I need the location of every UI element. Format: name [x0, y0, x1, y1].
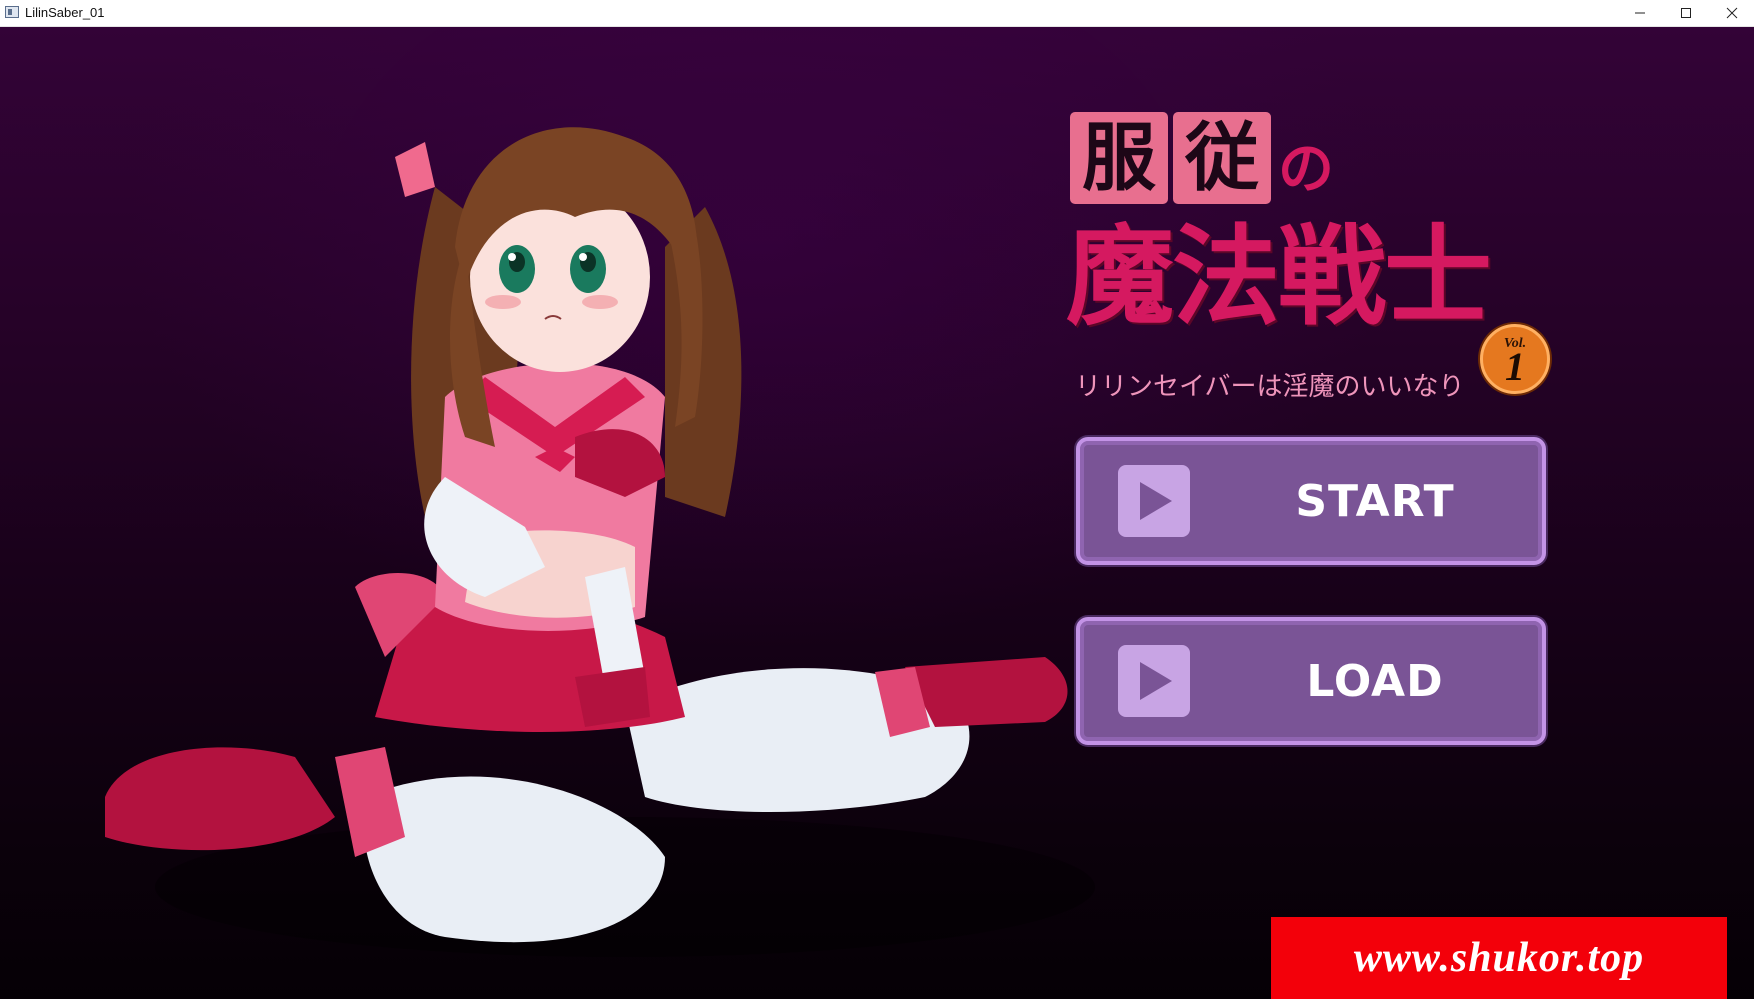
play-icon [1118, 645, 1190, 717]
watermark-text: www.shukor.top [1353, 935, 1645, 981]
minimize-button[interactable] [1617, 0, 1663, 26]
watermark-banner: www.shukor.top [1271, 917, 1727, 999]
logo-particle: の [1278, 137, 1334, 202]
logo-kanji-1: 服 [1082, 115, 1156, 201]
app-window-icon [5, 6, 19, 18]
game-title-screen: 服 従 の 魔法戦士 リリンセイバーは淫魔のいいなり Vol. 1 START … [0, 27, 1754, 999]
volume-number: 1 [1505, 344, 1525, 389]
window-title: LilinSaber_01 [25, 5, 105, 20]
minimize-icon [1635, 12, 1645, 14]
play-icon [1118, 465, 1190, 537]
logo-subtitle: リリンセイバーは淫魔のいいなり [1075, 372, 1465, 402]
logo-main-title: 魔法戦士 [1066, 215, 1492, 340]
close-icon [1726, 7, 1738, 19]
game-logo: 服 従 の 魔法戦士 リリンセイバーは淫魔のいいなり Vol. 1 [1066, 112, 1670, 412]
character-illustration [105, 127, 1095, 957]
close-button[interactable] [1709, 0, 1754, 26]
maximize-button[interactable] [1663, 0, 1709, 26]
window-title-bar: LilinSaber_01 [0, 0, 1754, 27]
logo-kanji-2: 従 [1185, 115, 1259, 201]
start-button-label: START [1295, 475, 1455, 527]
load-button-label: LOAD [1306, 655, 1444, 707]
load-button[interactable]: LOAD [1076, 617, 1546, 745]
logo-kanji-box-2: 従 [1173, 112, 1271, 204]
start-button[interactable]: START [1076, 437, 1546, 565]
logo-kanji-box-1: 服 [1070, 112, 1168, 204]
volume-badge: Vol. 1 [1480, 324, 1550, 394]
maximize-icon [1681, 8, 1691, 18]
